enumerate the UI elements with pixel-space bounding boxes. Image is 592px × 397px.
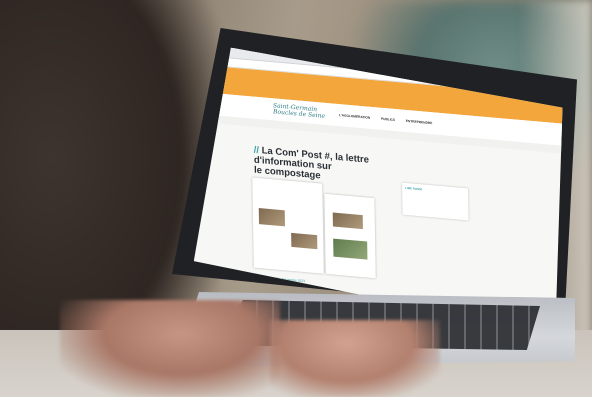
newsletter-card-2 (324, 194, 375, 279)
read-also-box: LIRE AUSSI (402, 183, 469, 221)
nav-item-publics: PUBLICS (380, 116, 396, 122)
photo-scene: Saint-Germain Boucles de Seine L'AGGLOMÉ… (0, 0, 592, 397)
card-thumbnail (333, 213, 363, 230)
card-thumbnail (259, 208, 285, 226)
newsletter-card-1 (252, 177, 324, 273)
card-thumbnail (291, 233, 317, 249)
nav-item-agglomeration: L'AGGLOMÉRATION (338, 113, 371, 120)
site-logo: Saint-Germain Boucles de Seine (272, 102, 326, 120)
site-nav: L'AGGLOMÉRATION PUBLICS ENTREPRENDRE (339, 113, 442, 126)
nav-item-entreprendre: ENTREPRENDRE (405, 118, 433, 126)
left-hand (60, 300, 280, 397)
right-hand (270, 320, 440, 397)
card-thumbnail (333, 239, 367, 260)
